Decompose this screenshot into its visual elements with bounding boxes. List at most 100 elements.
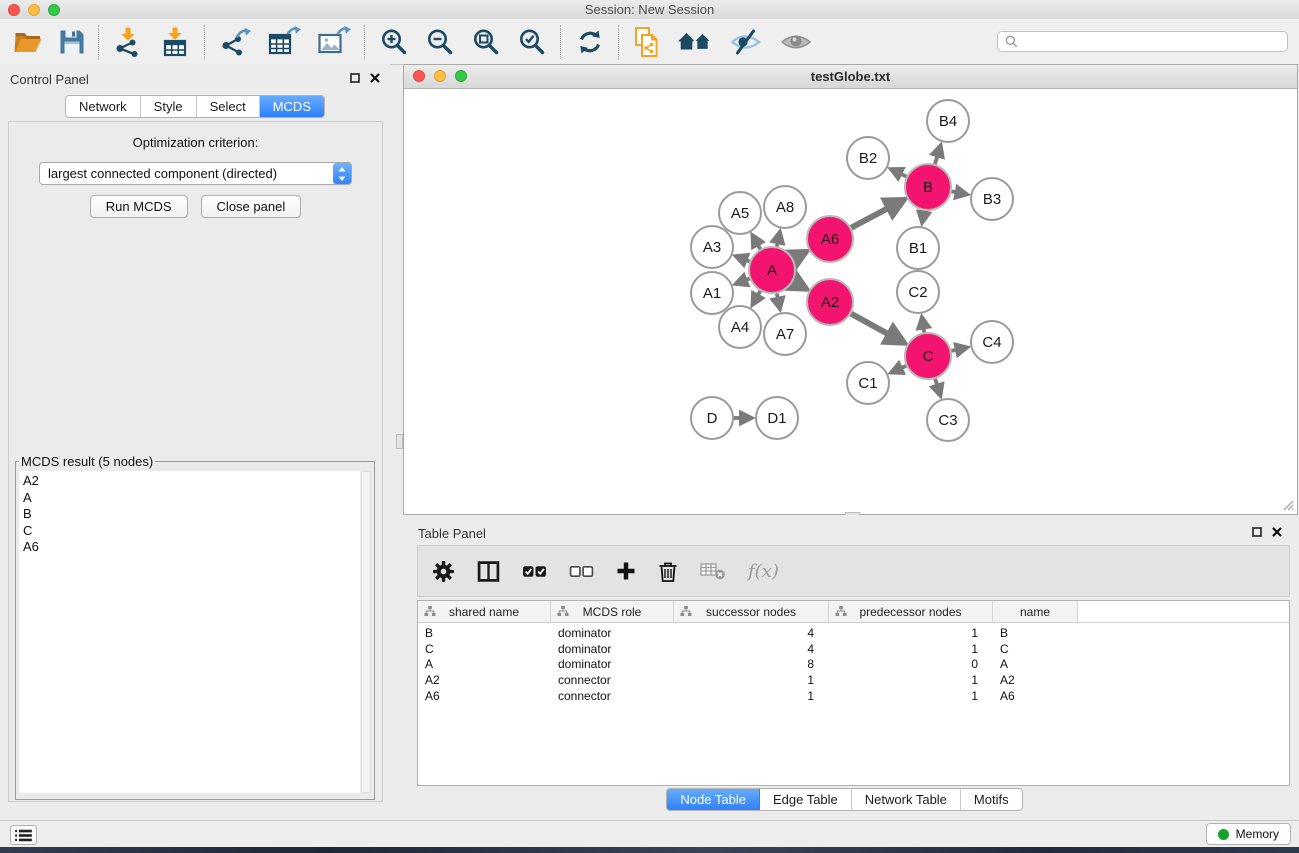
graph-node-C1[interactable]: C1 bbox=[847, 362, 889, 404]
task-history-button[interactable] bbox=[10, 825, 37, 845]
graph-edge-C-C1[interactable] bbox=[891, 366, 906, 373]
import-table-icon[interactable] bbox=[159, 27, 191, 57]
tab-edge-table[interactable]: Edge Table bbox=[760, 789, 852, 810]
refresh-view-icon[interactable] bbox=[575, 27, 605, 57]
vertical-divider-grip[interactable] bbox=[396, 434, 403, 449]
result-item[interactable]: B bbox=[23, 506, 360, 523]
graph-node-D1[interactable]: D1 bbox=[756, 397, 798, 439]
tab-select[interactable]: Select bbox=[197, 96, 260, 117]
graph-edge-C-C4[interactable] bbox=[951, 347, 967, 351]
export-table-icon[interactable] bbox=[267, 26, 301, 57]
graph-node-A4[interactable]: A4 bbox=[719, 306, 761, 348]
graph-edge-A-A6[interactable] bbox=[793, 252, 806, 259]
column-header-name[interactable]: name bbox=[993, 601, 1078, 622]
import-network-icon[interactable] bbox=[113, 27, 143, 57]
tab-mcds[interactable]: MCDS bbox=[260, 96, 324, 117]
result-item[interactable]: A6 bbox=[23, 539, 360, 556]
column-header-successor-nodes[interactable]: successor nodes bbox=[674, 601, 829, 622]
graph-node-B4[interactable]: B4 bbox=[927, 100, 969, 142]
add-row-icon[interactable] bbox=[616, 561, 636, 581]
graph-edge-B-B3[interactable] bbox=[952, 191, 968, 194]
graph-edge-A2-C[interactable] bbox=[851, 314, 904, 343]
mcds-result-list[interactable]: A2ABCA6 bbox=[19, 471, 360, 793]
graph-edge-B-B4[interactable] bbox=[935, 145, 941, 164]
zoom-selected-icon[interactable] bbox=[517, 27, 547, 57]
result-item[interactable]: C bbox=[23, 523, 360, 540]
memory-button[interactable]: Memory bbox=[1206, 823, 1291, 845]
result-item[interactable]: A bbox=[23, 490, 360, 507]
table-row[interactable]: Cdominator41C bbox=[418, 641, 1289, 657]
float-panel-icon[interactable] bbox=[350, 73, 360, 83]
delete-table-icon[interactable] bbox=[700, 562, 726, 580]
float-panel-icon[interactable] bbox=[1252, 527, 1262, 537]
show-all-icon[interactable] bbox=[779, 30, 813, 54]
graph-edge-B-B1[interactable] bbox=[922, 211, 924, 224]
table-row[interactable]: A6connector11A6 bbox=[418, 688, 1289, 704]
column-header-predecessor-nodes[interactable]: predecessor nodes bbox=[829, 601, 993, 622]
save-session-icon[interactable] bbox=[59, 29, 85, 55]
graph-node-A1[interactable]: A1 bbox=[691, 272, 733, 314]
delete-row-icon[interactable] bbox=[658, 560, 678, 583]
graph-node-C3[interactable]: C3 bbox=[927, 399, 969, 441]
graph-edge-A-A2[interactable] bbox=[793, 282, 806, 289]
graph-edge-B-B2[interactable] bbox=[891, 169, 907, 177]
zoom-fit-icon[interactable] bbox=[471, 27, 501, 57]
graph-edge-A-A5[interactable] bbox=[752, 235, 760, 249]
network-canvas[interactable]: B4 B2 B B3 A5A8A6 A3 A B1 A1 A2 C2 A4A7 C4 C C1 D D1 C3 bbox=[405, 89, 1296, 513]
graph-edge-C-C3[interactable] bbox=[935, 379, 940, 396]
tab-style[interactable]: Style bbox=[141, 96, 197, 117]
graph-edge-A-A7[interactable] bbox=[777, 294, 780, 310]
close-panel-icon[interactable] bbox=[370, 73, 380, 83]
graph-edge-C-C2[interactable] bbox=[922, 317, 924, 333]
tab-motifs[interactable]: Motifs bbox=[961, 789, 1022, 810]
deselect-all-icon[interactable] bbox=[569, 562, 594, 581]
graph-node-A3[interactable]: A3 bbox=[691, 226, 733, 268]
close-panel-button[interactable]: Close panel bbox=[201, 195, 302, 218]
graph-node-A[interactable]: A bbox=[749, 247, 795, 293]
graph-node-D[interactable]: D bbox=[691, 397, 733, 439]
zoom-in-icon[interactable] bbox=[379, 27, 409, 57]
result-scrollbar[interactable] bbox=[361, 471, 371, 793]
column-header-shared-name[interactable]: shared name bbox=[418, 601, 551, 622]
graph-node-A7[interactable]: A7 bbox=[764, 313, 806, 355]
graph-node-B[interactable]: B bbox=[905, 164, 951, 210]
graph-edge-A-A3[interactable] bbox=[735, 256, 749, 261]
tab-network-table[interactable]: Network Table bbox=[852, 789, 961, 810]
optimization-criterion-select[interactable]: largest connected component (directed) bbox=[39, 162, 352, 185]
graph-node-C4[interactable]: C4 bbox=[971, 321, 1013, 363]
hide-selected-icon[interactable] bbox=[729, 28, 763, 56]
select-all-icon[interactable] bbox=[522, 562, 547, 581]
table-row[interactable]: Bdominator41B bbox=[418, 625, 1289, 641]
open-file-icon[interactable] bbox=[13, 28, 43, 55]
export-network-icon[interactable] bbox=[219, 27, 251, 57]
tab-network[interactable]: Network bbox=[66, 96, 141, 117]
graph-node-A2[interactable]: A2 bbox=[807, 279, 853, 325]
graph-node-A5[interactable]: A5 bbox=[719, 192, 761, 234]
graph-edge-A-A1[interactable] bbox=[735, 279, 749, 284]
first-neighbors-icon[interactable] bbox=[677, 29, 713, 55]
graph-node-C[interactable]: C bbox=[905, 333, 951, 379]
new-network-from-selection-icon[interactable] bbox=[633, 26, 661, 58]
result-item[interactable]: A2 bbox=[23, 473, 360, 490]
table-row[interactable]: A2connector11A2 bbox=[418, 672, 1289, 688]
graph-edge-A-A8[interactable] bbox=[777, 231, 780, 246]
close-panel-icon[interactable] bbox=[1272, 527, 1282, 537]
graph-node-C2[interactable]: C2 bbox=[897, 271, 939, 313]
graph-node-B1[interactable]: B1 bbox=[897, 227, 939, 269]
table-settings-icon[interactable] bbox=[432, 560, 455, 583]
graph-node-B2[interactable]: B2 bbox=[847, 137, 889, 179]
graph-node-B3[interactable]: B3 bbox=[971, 178, 1013, 220]
table-row[interactable]: Adominator80A bbox=[418, 656, 1289, 672]
graph-edge-A6-B[interactable] bbox=[851, 200, 904, 228]
search-input[interactable] bbox=[1023, 34, 1287, 50]
graph-node-A8[interactable]: A8 bbox=[764, 186, 806, 228]
tab-node-table[interactable]: Node Table bbox=[667, 789, 760, 810]
graph-node-A6[interactable]: A6 bbox=[807, 216, 853, 262]
zoom-out-icon[interactable] bbox=[425, 27, 455, 57]
function-builder-icon[interactable]: f(x) bbox=[748, 561, 779, 582]
run-mcds-button[interactable]: Run MCDS bbox=[90, 195, 188, 218]
show-columns-icon[interactable] bbox=[477, 560, 500, 583]
window-resize-grip[interactable] bbox=[1280, 497, 1294, 511]
export-image-icon[interactable] bbox=[317, 26, 351, 57]
search-box[interactable] bbox=[997, 31, 1288, 52]
